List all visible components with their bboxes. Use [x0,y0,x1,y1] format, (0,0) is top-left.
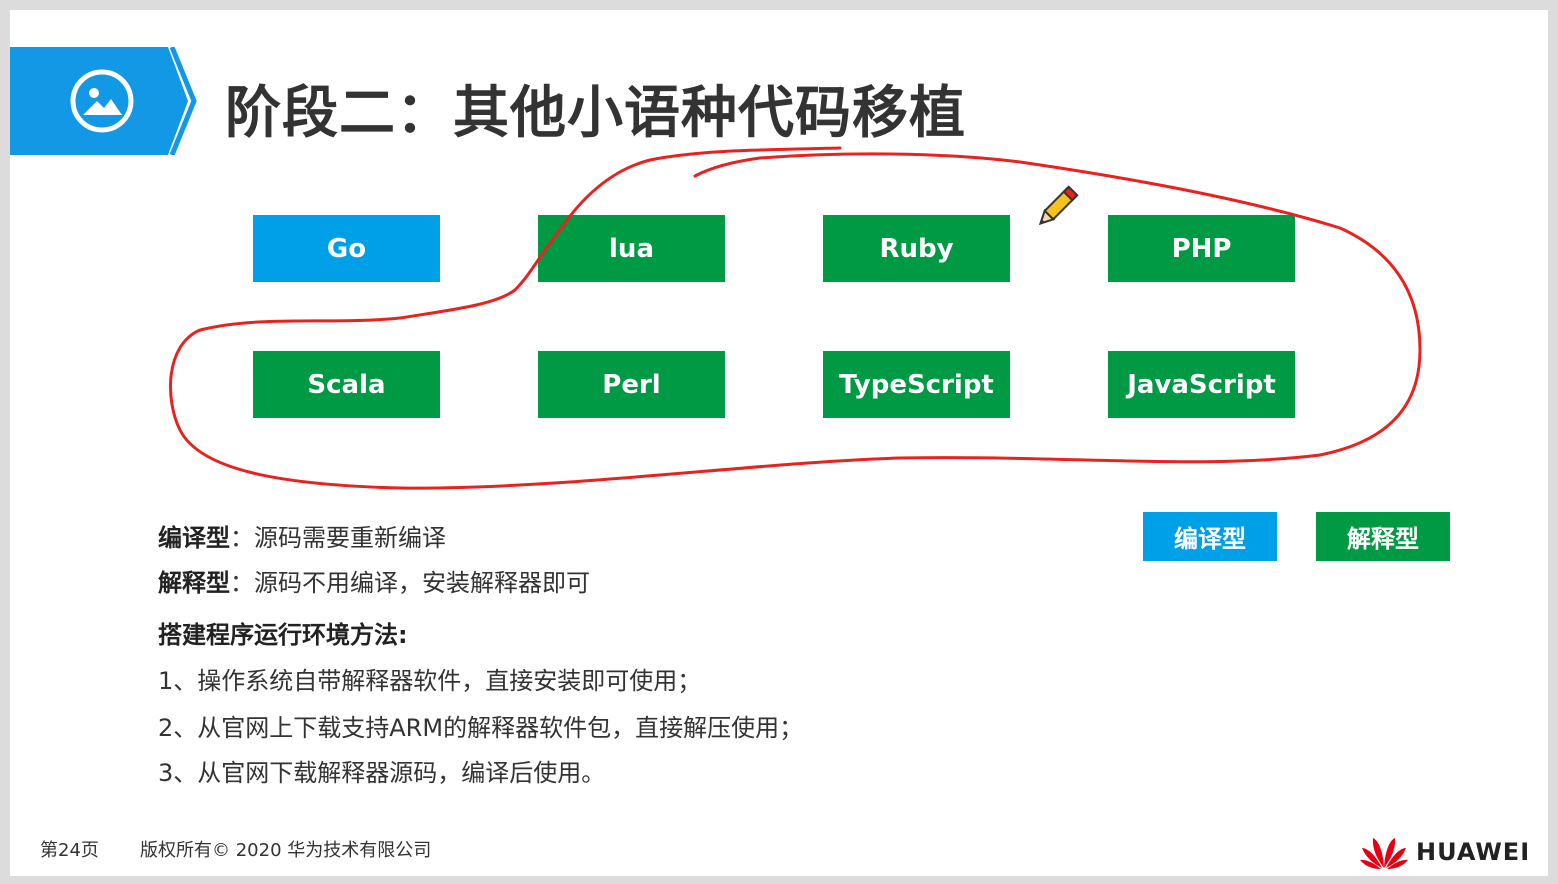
lang-box-scala: Scala [253,351,440,418]
page-title: 阶段二：其他小语种代码移植 [225,81,966,146]
logo-text: HUAWEI [1416,838,1531,866]
legend-interpreted: 解释型 [1316,512,1450,561]
lang-box-javascript: JavaScript [1108,351,1295,418]
footer-page-number: 第24页 [40,840,99,861]
lang-box-lua: lua [538,215,725,282]
interpreted-definition: 解释型：源码不用编译，安装解释器即可 [158,563,590,598]
lang-box-perl: Perl [538,351,725,418]
compiled-term: 编译型 [158,524,230,552]
huawei-petal-logo [1360,838,1408,869]
huawei-logo: HUAWEI [1360,832,1530,872]
interpreted-desc: ：源码不用编译，安装解释器即可 [230,569,590,597]
method-item-2: 2、从官网上下载支持ARM的解释器软件包，直接解压使用； [158,714,804,742]
footer-copyright: 版权所有© 2020 华为技术有限公司 [140,840,432,861]
lang-box-typescript: TypeScript [823,351,1010,418]
compiled-definition: 编译型：源码需要重新编译 [158,518,446,553]
compiled-desc: ：源码需要重新编译 [230,524,446,552]
method-item-3: 3、从官网下载解释器源码，编译后使用。 [158,759,606,787]
slide: 阶段二：其他小语种代码移植 Go lua Ruby PHP Scala Perl… [10,10,1548,876]
legend-compiled: 编译型 [1143,512,1277,561]
lang-box-php: PHP [1108,215,1295,282]
header-band [10,47,198,155]
method-item-1: 1、操作系统自带解释器软件，直接安装即可使用； [158,667,702,695]
lang-box-ruby: Ruby [823,215,1010,282]
interpreted-term: 解释型 [158,569,230,597]
pencil-icon [1030,182,1082,234]
methods-heading: 搭建程序运行环境方法: [158,621,408,649]
image-icon [70,69,134,133]
lang-box-go: Go [253,215,440,282]
